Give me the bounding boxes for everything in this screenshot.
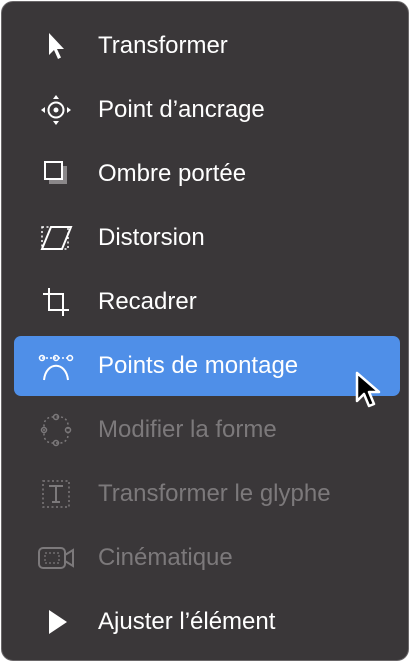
menu-item-label: Cinématique [98,544,233,571]
menu-item-label: Distorsion [98,224,205,251]
menu-item-cinematique[interactable]: Cinématique [14,528,400,588]
anchor-point-icon [36,93,76,127]
transform-tools-menu: Transformer Point d’ancrage Ombre portée [1,1,409,661]
menu-item-modifier-la-forme[interactable]: Modifier la forme [14,400,400,460]
menu-item-ombre-portee[interactable]: Ombre portée [14,144,400,204]
edit-points-icon [36,349,76,383]
menu-item-label: Ombre portée [98,160,247,187]
drop-shadow-icon [36,157,76,191]
menu-item-transformer[interactable]: Transformer [14,16,400,76]
mouse-pointer-icon [354,370,384,412]
menu-item-recadrer[interactable]: Recadrer [14,272,400,332]
camera-icon [36,541,76,575]
adjust-item-icon [36,605,76,639]
arrow-pointer-icon [36,29,76,63]
menu-item-label: Modifier la forme [98,416,277,443]
menu-item-label: Ajuster l’élément [98,608,276,635]
menu-item-distorsion[interactable]: Distorsion [14,208,400,268]
menu-item-label: Transformer le glyphe [98,480,331,507]
menu-item-transformer-le-glyphe[interactable]: Transformer le glyphe [14,464,400,524]
menu-item-label: Point d’ancrage [98,96,265,123]
transform-glyph-icon [36,477,76,511]
distort-icon [36,221,76,255]
menu-item-points-de-montage[interactable]: Points de montage [14,336,400,396]
menu-item-label: Transformer [98,32,228,59]
menu-item-point-ancrage[interactable]: Point d’ancrage [14,80,400,140]
crop-icon [36,285,76,319]
menu-item-label: Recadrer [98,288,197,315]
menu-item-ajuster-element[interactable]: Ajuster l’élément [14,592,400,652]
menu-item-label: Points de montage [98,352,299,379]
edit-shape-icon [36,413,76,447]
